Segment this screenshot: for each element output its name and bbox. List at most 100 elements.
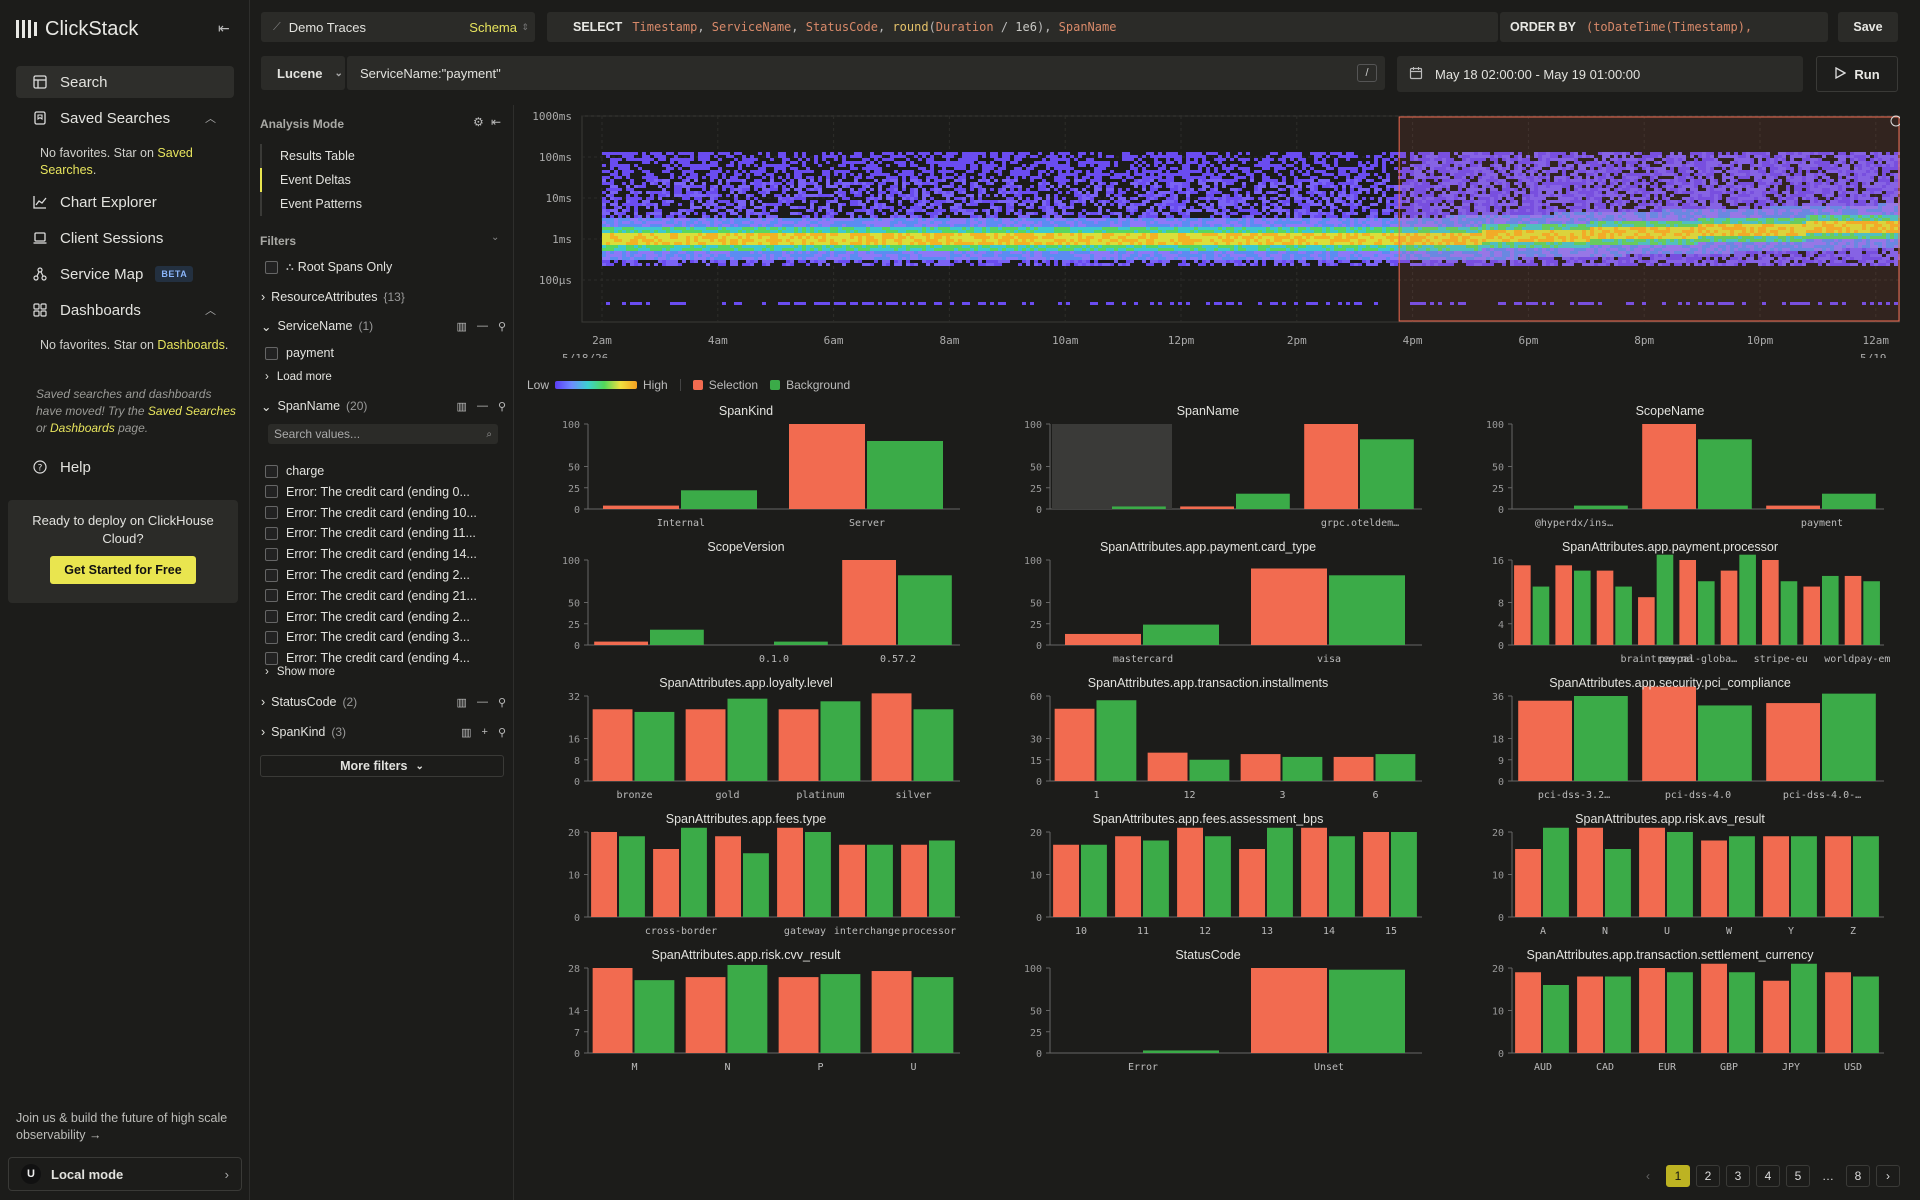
- heatmap-cell: [794, 242, 798, 245]
- duration-heatmap[interactable]: 1000ms100ms10ms1ms100µs2am 4am 6am 8am 10am 1…: [526, 108, 1900, 358]
- pin-icon[interactable]: ⚲: [498, 400, 506, 413]
- chevron-up-icon[interactable]: ︿: [205, 302, 216, 318]
- checkbox[interactable]: [265, 346, 278, 360]
- heatmap-cell: [834, 170, 838, 173]
- query-language-select[interactable]: Lucene ⌄: [261, 56, 345, 90]
- order-by-input[interactable]: ORDER BY (toDateTime(Timestamp),: [1500, 12, 1828, 42]
- filter-value-row[interactable]: Error: The credit card (ending 0...: [265, 482, 510, 502]
- heatmap-cell: [850, 239, 854, 242]
- heatmap-cell: [954, 236, 958, 239]
- filter-value-row[interactable]: payment: [265, 343, 510, 363]
- checkbox[interactable]: [265, 630, 278, 644]
- filter-group-status-code[interactable]: › StatusCode (2) ▥ — ⚲: [261, 692, 506, 712]
- saved-searches-page-link[interactable]: Saved Searches: [148, 404, 236, 418]
- time-range-picker[interactable]: May 18 02:00:00 - May 19 01:00:00: [1397, 56, 1803, 92]
- checkbox[interactable]: [265, 260, 278, 274]
- exclude-icon[interactable]: —: [477, 400, 488, 413]
- nav-item-dashboards[interactable]: Dashboards ︿: [16, 294, 234, 326]
- nav-item-chart-explorer[interactable]: Chart Explorer: [16, 186, 234, 218]
- checkbox[interactable]: [265, 526, 278, 540]
- heatmap-cell: [922, 191, 926, 194]
- heatmap-cell: [986, 227, 990, 230]
- dashboards-link[interactable]: Dashboards: [157, 338, 224, 352]
- distribution-icon[interactable]: ▥: [457, 696, 467, 709]
- heatmap-cell: [834, 254, 838, 257]
- distribution-icon[interactable]: ▥: [457, 320, 467, 333]
- app-logo[interactable]: ClickStack: [16, 16, 138, 42]
- more-filters-button[interactable]: More filters ⌄: [260, 755, 504, 777]
- local-mode-menu[interactable]: U Local mode ›: [8, 1157, 242, 1191]
- heatmap-cell: [1162, 224, 1166, 227]
- heatmap-cell: [890, 242, 894, 245]
- collapse-sidebar-icon[interactable]: ⇤: [218, 20, 230, 37]
- heatmap-cell: [794, 245, 798, 248]
- filter-value-row[interactable]: Error: The credit card (ending 2...: [265, 607, 510, 627]
- mode-event-deltas[interactable]: Event Deltas: [260, 168, 490, 192]
- heatmap-cell: [694, 242, 698, 245]
- run-button[interactable]: Run: [1816, 56, 1898, 92]
- heatmap-cell: [694, 167, 698, 170]
- dashboards-page-link[interactable]: Dashboards: [50, 421, 115, 435]
- search-query-input[interactable]: ServiceName:"payment" /: [347, 56, 1385, 90]
- mode-event-patterns[interactable]: Event Patterns: [260, 192, 490, 216]
- filter-group-service-name[interactable]: ⌄ ServiceName (1) ▥ — ⚲: [261, 316, 506, 336]
- include-icon[interactable]: +: [482, 726, 488, 739]
- join-us-link[interactable]: Join us & build the future of high scale…: [16, 1110, 236, 1144]
- heatmap-cell: [662, 263, 666, 266]
- chevron-down-icon[interactable]: ⌄: [491, 232, 499, 243]
- pin-icon[interactable]: ⚲: [498, 726, 506, 739]
- distribution-icon[interactable]: ▥: [457, 400, 467, 413]
- nav-item-help[interactable]: ? Help: [16, 451, 234, 483]
- filter-group-resource-attributes[interactable]: › ResourceAttributes {13}: [261, 287, 506, 307]
- filter-value-row[interactable]: Error: The credit card (ending 14...: [265, 544, 510, 564]
- checkbox[interactable]: [265, 464, 278, 478]
- source-selector[interactable]: ⟋ Demo Traces Schema ⇕: [261, 12, 535, 42]
- heatmap-cell: [822, 260, 826, 263]
- heatmap-cell: [1006, 233, 1010, 236]
- exclude-icon[interactable]: —: [477, 696, 488, 709]
- root-spans-checkbox-row[interactable]: ⛬ Root Spans Only: [265, 257, 510, 277]
- schema-button[interactable]: Schema: [469, 20, 517, 35]
- pin-icon[interactable]: ⚲: [498, 696, 506, 709]
- get-started-button[interactable]: Get Started for Free: [50, 556, 196, 584]
- filter-group-span-kind[interactable]: › SpanKind (3) ▥ + ⚲: [261, 722, 506, 742]
- gear-icon[interactable]: ⚙: [473, 115, 484, 129]
- checkbox[interactable]: [265, 547, 278, 561]
- heatmap-cell: [958, 236, 962, 239]
- checkbox[interactable]: [265, 506, 278, 520]
- nav-item-client-sessions[interactable]: Client Sessions: [16, 222, 234, 254]
- heatmap-cell: [1222, 236, 1226, 239]
- nav-item-saved-searches[interactable]: Saved Searches ︿: [16, 102, 234, 134]
- exclude-icon[interactable]: —: [477, 320, 488, 333]
- filter-value-row[interactable]: Error: The credit card (ending 21...: [265, 586, 510, 606]
- nav-item-service-map[interactable]: Service Map BETA: [16, 258, 234, 290]
- search-values-input[interactable]: Search values... ⌕: [268, 424, 498, 444]
- filter-value-row[interactable]: Error: The credit card (ending 2...: [265, 565, 510, 585]
- heatmap-cell: [1178, 182, 1182, 185]
- filter-value-row[interactable]: Error: The credit card (ending 11...: [265, 523, 510, 543]
- pin-icon[interactable]: ⚲: [498, 320, 506, 333]
- heatmap-cell: [914, 164, 918, 167]
- checkbox[interactable]: [265, 610, 278, 624]
- heatmap-cell: [1082, 161, 1086, 164]
- filter-group-span-name[interactable]: ⌄ SpanName (20) ▥ — ⚲: [261, 396, 506, 416]
- heatmap-cell: [894, 179, 898, 182]
- heatmap-cell: [1198, 188, 1202, 191]
- load-more-link[interactable]: › Load more: [265, 367, 510, 387]
- chevron-up-icon[interactable]: ︿: [205, 110, 216, 126]
- mode-results-table[interactable]: Results Table: [260, 144, 490, 168]
- filter-value-row[interactable]: Error: The credit card (ending 10...: [265, 503, 510, 523]
- checkbox[interactable]: [265, 589, 278, 603]
- select-input[interactable]: SELECT Timestamp, ServiceName, StatusCod…: [547, 12, 1498, 42]
- filter-value-row[interactable]: Error: The credit card (ending 3...: [265, 627, 510, 647]
- nav-item-search[interactable]: Search: [16, 66, 234, 98]
- show-more-link[interactable]: › Show more: [265, 662, 510, 682]
- collapse-panel-icon[interactable]: ⇤: [491, 115, 501, 129]
- heatmap-cell: [678, 218, 682, 221]
- checkbox[interactable]: [265, 485, 278, 499]
- filter-value-row[interactable]: charge: [265, 461, 510, 481]
- save-button[interactable]: Save: [1838, 12, 1898, 42]
- checkbox[interactable]: [265, 568, 278, 582]
- heatmap-cell: [1026, 233, 1030, 236]
- distribution-icon[interactable]: ▥: [461, 726, 471, 739]
